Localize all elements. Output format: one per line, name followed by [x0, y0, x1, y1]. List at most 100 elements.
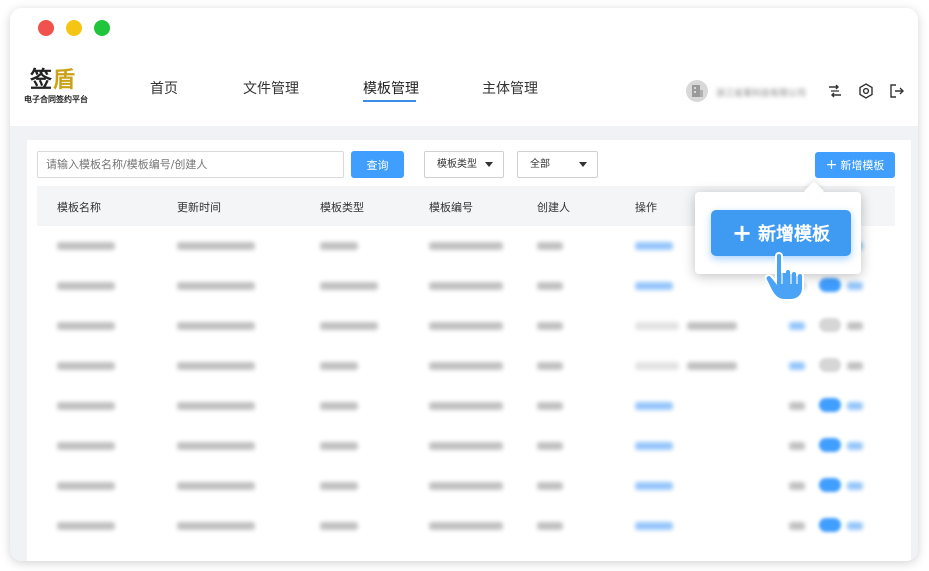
table-cell — [537, 442, 563, 450]
table-row[interactable] — [37, 466, 895, 506]
table-row[interactable] — [37, 506, 895, 546]
table-row[interactable] — [37, 426, 895, 466]
action-placeholder — [635, 362, 679, 370]
nav-entity-management[interactable]: 主体管理 — [482, 78, 538, 98]
template-type-select[interactable]: 模板类型 — [424, 151, 504, 178]
table-cell — [429, 362, 503, 370]
table-cell — [537, 522, 563, 530]
table-cell — [320, 522, 358, 530]
action-link[interactable] — [635, 242, 673, 250]
status-label — [847, 522, 863, 530]
table-cell — [177, 322, 255, 330]
table-cell — [537, 242, 563, 250]
action-link[interactable] — [635, 282, 673, 290]
table-cell — [537, 482, 563, 490]
table-cell — [177, 402, 255, 410]
status-label — [789, 522, 805, 530]
status-label — [847, 282, 863, 290]
table-cell — [429, 482, 503, 490]
status-label — [847, 482, 863, 490]
column-header-updated[interactable]: 更新时间 — [177, 199, 221, 215]
table-cell — [177, 362, 255, 370]
table-cell — [429, 282, 503, 290]
minimize-window-button[interactable] — [66, 20, 82, 36]
column-header-actions[interactable]: 操作 — [635, 199, 657, 215]
table-cell — [57, 442, 115, 450]
search-button[interactable]: 查询 — [351, 151, 404, 178]
plus-icon: + — [825, 157, 838, 173]
logo-text-accent: 盾 — [53, 67, 77, 93]
table-cell — [57, 362, 115, 370]
user-name[interactable]: 浙江省某科技有限公司 — [716, 86, 806, 99]
table-row[interactable] — [37, 386, 895, 426]
status-select-label: 全部 — [530, 159, 550, 170]
avatar[interactable] — [686, 80, 708, 102]
table-cell — [320, 362, 358, 370]
nav-file-management[interactable]: 文件管理 — [243, 78, 299, 98]
status-label — [789, 402, 805, 410]
action-link[interactable] — [635, 442, 673, 450]
table-row[interactable] — [37, 346, 895, 386]
table-cell — [177, 482, 255, 490]
add-template-label: 新增模板 — [840, 159, 885, 172]
search-input[interactable] — [37, 151, 344, 178]
nav-home[interactable]: 首页 — [150, 78, 178, 98]
template-type-select-label: 模板类型 — [437, 159, 477, 170]
status-toggle[interactable] — [819, 318, 841, 332]
table-cell — [429, 242, 503, 250]
status-label — [847, 402, 863, 410]
table-cell — [177, 242, 255, 250]
action-link[interactable] — [635, 482, 673, 490]
top-header: 签盾 电子合同签约平台 首页 文件管理 模板管理 主体管理 浙江省某科技有限公司 — [10, 50, 918, 134]
table-cell — [57, 242, 115, 250]
logo-text-prefix: 签 — [30, 67, 54, 93]
add-template-button[interactable]: + 新增模板 — [815, 152, 895, 178]
close-window-button[interactable] — [38, 20, 54, 36]
logout-icon[interactable] — [888, 82, 906, 100]
action-link[interactable] — [635, 522, 673, 530]
status-toggle[interactable] — [819, 358, 841, 372]
status-label — [847, 322, 863, 330]
table-cell — [320, 402, 358, 410]
table-cell — [429, 402, 503, 410]
nav-template-management[interactable]: 模板管理 — [363, 78, 419, 98]
table-row[interactable] — [37, 306, 895, 346]
status-label — [847, 442, 863, 450]
status-toggle[interactable] — [819, 398, 841, 412]
nav-active-indicator — [363, 100, 416, 102]
switch-icon[interactable] — [826, 82, 844, 100]
status-toggle[interactable] — [819, 438, 841, 452]
action-link[interactable] — [687, 362, 737, 370]
table-cell — [57, 482, 115, 490]
table-cell — [537, 402, 563, 410]
status-toggle[interactable] — [819, 518, 841, 532]
action-link[interactable] — [635, 402, 673, 410]
table-cell — [429, 442, 503, 450]
column-header-type[interactable]: 模板类型 — [320, 199, 364, 215]
table-cell — [320, 442, 358, 450]
table-cell — [320, 242, 358, 250]
building-icon — [692, 85, 703, 97]
table-cell — [57, 322, 115, 330]
action-link[interactable] — [687, 322, 737, 330]
status-label — [789, 442, 805, 450]
column-header-number[interactable]: 模板编号 — [429, 199, 473, 215]
status-label — [789, 362, 805, 370]
logo-subtitle: 电子合同签约平台 — [24, 95, 88, 104]
status-label — [847, 362, 863, 370]
table-cell — [320, 482, 358, 490]
settings-icon[interactable] — [857, 82, 875, 100]
maximize-window-button[interactable] — [94, 20, 110, 36]
table-cell — [537, 282, 563, 290]
table-cell — [537, 322, 563, 330]
status-toggle[interactable] — [819, 478, 841, 492]
status-label — [789, 482, 805, 490]
table-cell — [320, 282, 378, 290]
logo[interactable]: 签盾 电子合同签约平台 — [24, 68, 114, 106]
column-header-creator[interactable]: 创建人 — [537, 199, 570, 215]
status-toggle[interactable] — [819, 278, 841, 292]
column-header-name[interactable]: 模板名称 — [57, 199, 101, 215]
chevron-down-icon — [579, 162, 587, 167]
table-cell — [177, 282, 255, 290]
status-select[interactable]: 全部 — [517, 151, 598, 178]
